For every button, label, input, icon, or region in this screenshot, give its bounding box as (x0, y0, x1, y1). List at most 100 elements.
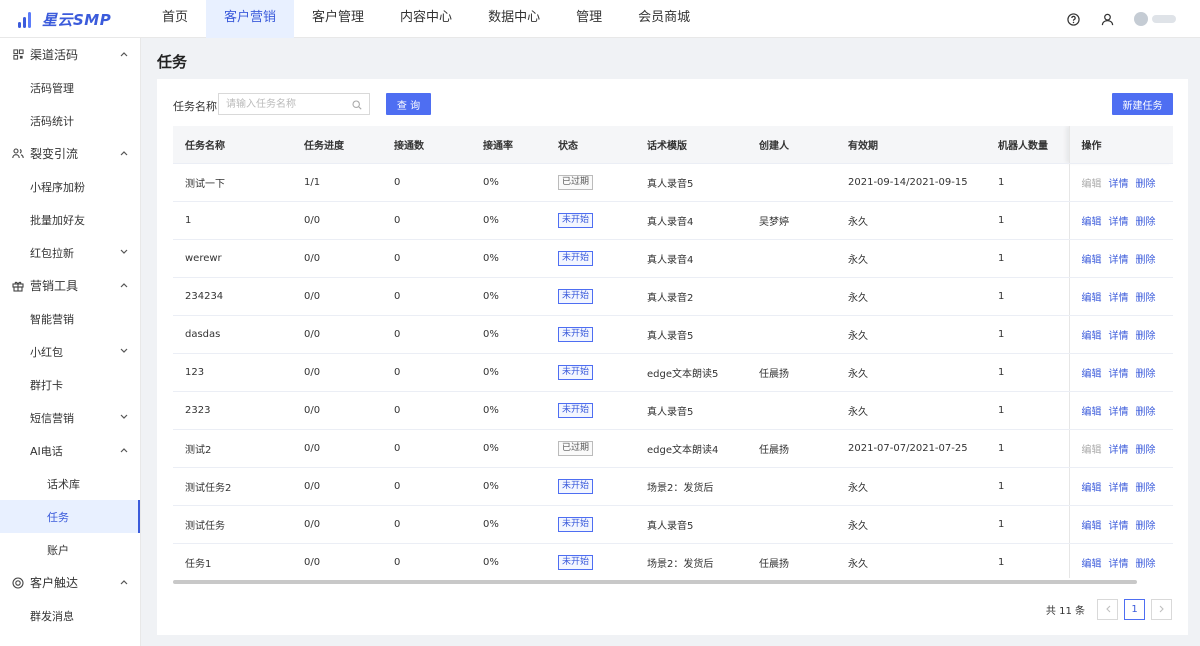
edit-link[interactable]: 编辑 (1082, 445, 1102, 456)
cell-robots: 1 (986, 429, 1069, 468)
cell-actions: 编辑 详情 删除 (1068, 543, 1173, 578)
delete-link[interactable]: 删除 (1136, 369, 1156, 380)
detail-link[interactable]: 详情 (1109, 483, 1129, 494)
delete-link[interactable]: 删除 (1136, 293, 1156, 304)
detail-link[interactable]: 详情 (1109, 521, 1129, 532)
cell-actions: 编辑 详情 删除 (1068, 391, 1173, 430)
edit-link[interactable]: 编辑 (1082, 331, 1102, 342)
edit-link[interactable]: 编辑 (1082, 521, 1102, 532)
cell-connect-rate: 0% (471, 277, 546, 316)
sidebar-item-code-stats[interactable]: 活码统计 (0, 104, 140, 137)
gift-icon (12, 280, 24, 292)
nav-customer-marketing[interactable]: 客户营销 (206, 0, 295, 38)
sidebar-item-group-checkin[interactable]: 群打卡 (0, 368, 140, 401)
prev-page-button[interactable] (1097, 598, 1118, 620)
nav-management[interactable]: 管理 (558, 0, 620, 38)
sidebar-item-mini-program[interactable]: 小程序加粉 (0, 170, 140, 203)
sidebar-group-fission[interactable]: 裂变引流 (0, 137, 140, 170)
sidebar-item-script-library[interactable]: 话术库 (0, 467, 140, 500)
edit-link[interactable]: 编辑 (1082, 483, 1102, 494)
detail-link[interactable]: 详情 (1109, 407, 1129, 418)
cell-template: 真人录音5 (635, 163, 747, 202)
cell-connect-rate: 0% (471, 163, 546, 202)
cell-robots: 1 (986, 505, 1069, 544)
detail-link[interactable]: 详情 (1109, 217, 1129, 228)
sidebar-group-customer-reach[interactable]: 客户触达 (0, 566, 140, 599)
sidebar-item-smart-marketing[interactable]: 智能营销 (0, 302, 140, 335)
edit-link[interactable]: 编辑 (1082, 217, 1102, 228)
search-field[interactable] (218, 93, 370, 115)
delete-link[interactable]: 删除 (1136, 559, 1156, 570)
cell-template: 真人录音5 (635, 391, 747, 430)
sidebar-item-tasks[interactable]: 任务 (0, 500, 140, 533)
detail-link[interactable]: 详情 (1109, 179, 1129, 190)
horizontal-scrollbar[interactable] (173, 580, 1137, 584)
detail-link[interactable]: 详情 (1109, 445, 1129, 456)
chevron-down-icon (120, 347, 128, 355)
delete-link[interactable]: 删除 (1136, 179, 1156, 190)
cell-progress: 0/0 (292, 239, 382, 278)
edit-link[interactable]: 编辑 (1082, 369, 1102, 380)
detail-link[interactable]: 详情 (1109, 331, 1129, 342)
edit-link[interactable]: 编辑 (1082, 179, 1102, 190)
avatar[interactable] (1134, 11, 1178, 27)
logo[interactable]: 星云SMP (18, 9, 111, 29)
cell-validity: 永久 (836, 315, 986, 354)
nav-data-center[interactable]: 数据中心 (470, 0, 558, 38)
delete-link[interactable]: 删除 (1136, 521, 1156, 532)
cell-template: edge文本朗读4 (635, 429, 747, 468)
detail-link[interactable]: 详情 (1109, 559, 1129, 570)
sidebar-item-red-packet-new[interactable]: 红包拉新 (0, 236, 140, 269)
sidebar-item-mass-message[interactable]: 群发消息 (0, 599, 140, 632)
sidebar-item-ai-call[interactable]: AI电话 (0, 434, 140, 467)
nav-content-center[interactable]: 内容中心 (382, 0, 470, 38)
sidebar-item-small-red-packet[interactable]: 小红包 (0, 335, 140, 368)
sidebar-item-batch-add-friends[interactable]: 批量加好友 (0, 203, 140, 236)
cell-actions: 编辑 详情 删除 (1068, 353, 1173, 392)
qrcode-icon (12, 49, 24, 61)
search-icon[interactable] (352, 99, 362, 110)
edit-link[interactable]: 编辑 (1082, 559, 1102, 570)
cell-status: 未开始 (546, 353, 635, 392)
sidebar-item-code-management[interactable]: 活码管理 (0, 71, 140, 104)
sidebar-item-label: 红包拉新 (30, 246, 74, 260)
cell-validity: 永久 (836, 201, 986, 240)
cell-robots: 1 (986, 201, 1069, 240)
edit-link[interactable]: 编辑 (1082, 255, 1102, 266)
delete-link[interactable]: 删除 (1136, 331, 1156, 342)
delete-link[interactable]: 删除 (1136, 407, 1156, 418)
delete-link[interactable]: 删除 (1136, 483, 1156, 494)
search-input[interactable] (219, 94, 347, 114)
delete-link[interactable]: 删除 (1136, 217, 1156, 228)
page-number-button[interactable]: 1 (1124, 598, 1145, 620)
nav-home[interactable]: 首页 (144, 0, 206, 38)
cell-progress: 1/1 (292, 163, 382, 202)
cell-connect-rate: 0% (471, 429, 546, 468)
help-icon[interactable] (1066, 12, 1080, 26)
table-row: 任务1 0/0 0 0% 未开始 场景2：发货后 任晨扬 永久 1 编辑 详情 删除 (173, 543, 1173, 578)
user-icon[interactable] (1100, 12, 1114, 26)
cell-task-name: 测试一下 (173, 163, 292, 202)
new-task-button[interactable]: 新建任务 (1112, 93, 1173, 115)
cell-status: 未开始 (546, 239, 635, 278)
pagination: 共 11 条 1 (1046, 598, 1172, 620)
sidebar-item-sms-marketing[interactable]: 短信营销 (0, 401, 140, 434)
delete-link[interactable]: 删除 (1136, 255, 1156, 266)
cell-creator: 任晨扬 (747, 543, 836, 578)
next-page-button[interactable] (1151, 598, 1172, 620)
edit-link[interactable]: 编辑 (1082, 293, 1102, 304)
delete-link[interactable]: 删除 (1136, 445, 1156, 456)
sidebar-group-channel-code[interactable]: 渠道活码 (0, 38, 140, 71)
cell-robots: 1 (986, 353, 1069, 392)
nav-customer-management[interactable]: 客户管理 (294, 0, 382, 38)
sidebar-item-account[interactable]: 账户 (0, 533, 140, 566)
query-button[interactable]: 查 询 (386, 93, 431, 115)
detail-link[interactable]: 详情 (1109, 369, 1129, 380)
detail-link[interactable]: 详情 (1109, 255, 1129, 266)
nav-member-mall[interactable]: 会员商城 (620, 0, 708, 38)
edit-link[interactable]: 编辑 (1082, 407, 1102, 418)
detail-link[interactable]: 详情 (1109, 293, 1129, 304)
sidebar-group-marketing-tools[interactable]: 营销工具 (0, 269, 140, 302)
cell-actions: 编辑 详情 删除 (1068, 315, 1173, 354)
cell-connect-rate: 0% (471, 467, 546, 506)
